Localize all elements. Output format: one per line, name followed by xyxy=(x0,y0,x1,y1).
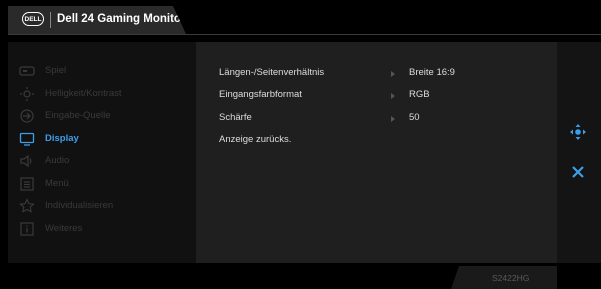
sidebar-item-label: Display xyxy=(45,133,79,144)
four-way-navigate-icon[interactable] xyxy=(569,123,587,141)
control-column xyxy=(557,42,601,263)
dell-logo: DELL xyxy=(22,12,44,26)
menu-icon xyxy=(20,177,34,191)
title-underline xyxy=(8,34,601,35)
option-aspect-ratio-label[interactable]: Längen-/Seitenverhältnis xyxy=(219,67,324,78)
arrow-right-icon xyxy=(391,71,395,77)
model-label: S2422HG xyxy=(492,273,530,283)
option-sharpness-label[interactable]: Schärfe xyxy=(219,112,252,123)
sidebar-item-audio[interactable]: Audio xyxy=(8,150,196,172)
input-source-icon xyxy=(20,109,34,123)
sidebar-item-label: Individualisieren xyxy=(45,200,114,211)
sidebar-item-label: Menü xyxy=(45,178,69,189)
sidebar-item-label: Helligkeit/Kontrast xyxy=(45,88,122,99)
sidebar-item-display[interactable]: Display xyxy=(8,128,196,150)
sidebar-item-input-source[interactable]: Eingabe-Quelle xyxy=(8,105,196,127)
speaker-icon xyxy=(20,154,32,168)
sun-icon xyxy=(20,87,34,101)
gamepad-icon xyxy=(19,66,35,76)
arrow-right-icon xyxy=(391,93,395,99)
monitor-icon xyxy=(19,132,35,146)
sidebar-item-label: Audio xyxy=(45,155,70,166)
osd-panel: Spiel Helligkeit/Kontrast Eingabe-Quelle… xyxy=(8,42,557,263)
option-display-reset-label[interactable]: Anzeige zurücks. xyxy=(219,134,291,145)
page-title: Dell 24 Gaming Monitor xyxy=(57,13,186,25)
sidebar-item-menu[interactable]: Menü xyxy=(8,173,196,195)
arrow-right-icon xyxy=(391,116,395,122)
title-divider xyxy=(50,12,51,28)
option-input-color-format-value: RGB xyxy=(409,89,430,100)
option-aspect-ratio-value: Breite 16:9 xyxy=(409,67,455,78)
sidebar-item-other[interactable]: Weiteres xyxy=(8,218,196,240)
sidebar: Spiel Helligkeit/Kontrast Eingabe-Quelle… xyxy=(8,42,196,263)
sidebar-item-spiel[interactable]: Spiel xyxy=(8,60,196,82)
sidebar-item-label: Spiel xyxy=(45,65,67,76)
info-icon xyxy=(20,222,34,236)
close-icon[interactable] xyxy=(570,164,586,180)
option-sharpness-value: 50 xyxy=(409,112,420,123)
sidebar-item-label: Eingabe-Quelle xyxy=(45,110,111,121)
star-icon xyxy=(19,198,35,213)
option-input-color-format-label[interactable]: Eingangsfarbformat xyxy=(219,89,302,100)
sidebar-item-brightness-contrast[interactable]: Helligkeit/Kontrast xyxy=(8,83,196,105)
title-tab: DELL Dell 24 Gaming Monitor xyxy=(8,6,186,34)
sidebar-item-personalize[interactable]: Individualisieren xyxy=(8,195,196,217)
title-bar: DELL Dell 24 Gaming Monitor xyxy=(8,6,601,34)
sidebar-item-label: Weiteres xyxy=(45,223,83,234)
